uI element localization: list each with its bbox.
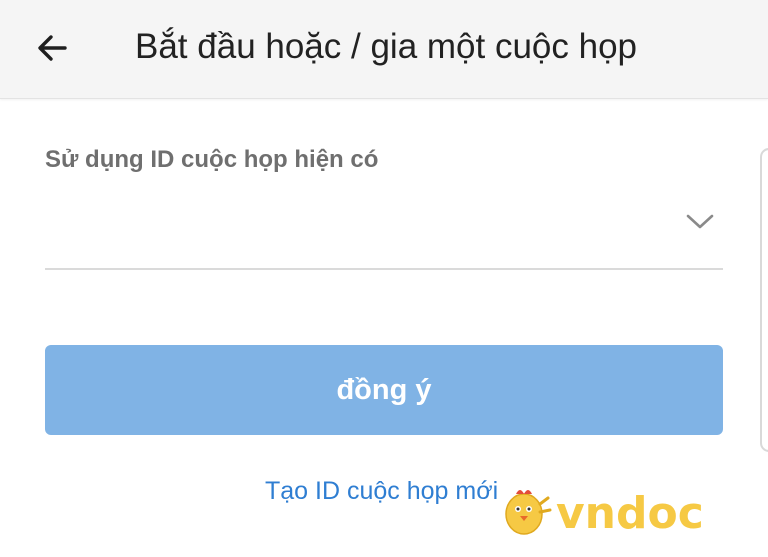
chick-mascot-icon xyxy=(505,490,552,535)
arrow-left-icon xyxy=(38,35,67,61)
confirm-button[interactable]: đồng ý xyxy=(45,345,723,435)
back-button[interactable] xyxy=(24,24,80,72)
meeting-screen: Bắt đầu hoặc / gia một cuộc họp Sử dụng … xyxy=(0,0,768,557)
create-meeting-id-link[interactable]: Tạo ID cuộc họp mới xyxy=(265,477,498,506)
meeting-id-dropdown[interactable] xyxy=(45,190,723,270)
side-panel-edge xyxy=(760,148,768,452)
vndoc-logo: vndoc xyxy=(505,488,704,539)
meeting-id-label: Sử dụng ID cuộc họp hiện có xyxy=(45,146,379,173)
svg-text:vndoc: vndoc xyxy=(556,488,704,539)
chevron-down-icon xyxy=(686,214,714,229)
page-title: Bắt đầu hoặc / gia một cuộc họp xyxy=(135,27,637,66)
app-bar: Bắt đầu hoặc / gia một cuộc họp xyxy=(0,0,768,99)
